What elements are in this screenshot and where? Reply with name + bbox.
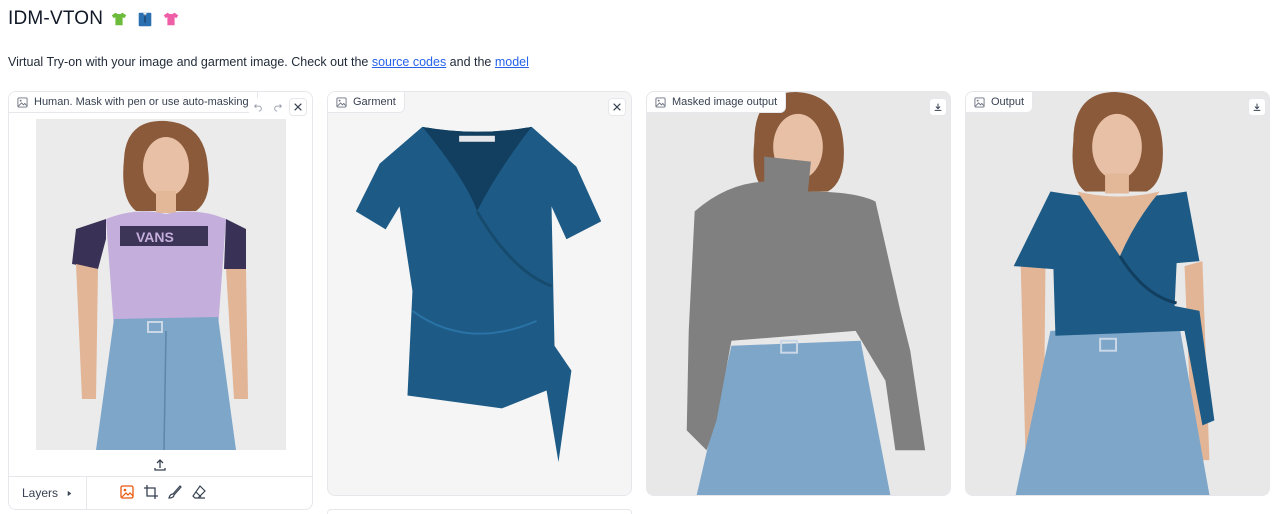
description: Virtual Try-on with your image and garme…	[8, 55, 529, 69]
close-icon[interactable]	[608, 98, 626, 116]
image-icon	[17, 96, 28, 108]
image-icon	[974, 96, 985, 108]
pink-tshirt-icon	[161, 9, 181, 29]
output-panel: Output	[965, 91, 1270, 496]
download-icon[interactable]	[1248, 98, 1266, 116]
masked-image-output-panel: Masked image output	[646, 91, 951, 496]
app-title: IDM-VTON	[8, 8, 181, 30]
human-image[interactable]: VANS	[36, 119, 286, 450]
close-icon[interactable]	[289, 98, 307, 116]
layers-label: Layers	[22, 486, 59, 500]
output-panel-label: Output	[966, 92, 1034, 113]
redo-icon[interactable]	[269, 98, 287, 116]
output-image	[966, 92, 1269, 495]
human-label-text: Human. Mask with pen or use auto-masking	[34, 96, 249, 108]
masked-panel-label: Masked image output	[647, 92, 787, 113]
suit-icon	[135, 9, 155, 29]
app-title-text: IDM-VTON	[8, 8, 104, 29]
human-image-editor[interactable]: Human. Mask with pen or use auto-masking…	[8, 91, 313, 510]
crop-icon[interactable]	[143, 484, 159, 500]
model-link[interactable]: model	[495, 55, 529, 69]
image-icon	[655, 96, 666, 108]
brush-icon[interactable]	[167, 484, 183, 500]
image-icon	[336, 96, 347, 108]
description-text-middle: and the	[446, 55, 495, 69]
output-label-text: Output	[991, 96, 1025, 108]
green-tshirt-icon	[109, 9, 129, 29]
masked-image	[647, 92, 950, 495]
masked-label-text: Masked image output	[672, 96, 778, 108]
garment-image	[328, 92, 631, 495]
garment-label-text: Garment	[353, 96, 396, 108]
tool-group	[119, 484, 207, 500]
svg-text:VANS: VANS	[136, 229, 174, 245]
caret-right-icon	[67, 490, 72, 496]
layers-button[interactable]: Layers	[9, 477, 87, 509]
garment-panel-label: Garment	[328, 92, 405, 113]
download-icon[interactable]	[929, 98, 947, 116]
eraser-icon[interactable]	[191, 484, 207, 500]
garment-examples-strip	[327, 509, 632, 514]
image-tool-icon[interactable]	[119, 484, 135, 500]
human-panel-label: Human. Mask with pen or use auto-masking	[9, 92, 258, 113]
source-codes-link[interactable]: source codes	[372, 55, 446, 69]
editor-toolbar: Layers	[9, 476, 312, 509]
undo-icon[interactable]	[249, 98, 267, 116]
upload-icon[interactable]	[152, 457, 168, 473]
description-text: Virtual Try-on with your image and garme…	[8, 55, 372, 69]
garment-image-panel[interactable]: Garment	[327, 91, 632, 496]
